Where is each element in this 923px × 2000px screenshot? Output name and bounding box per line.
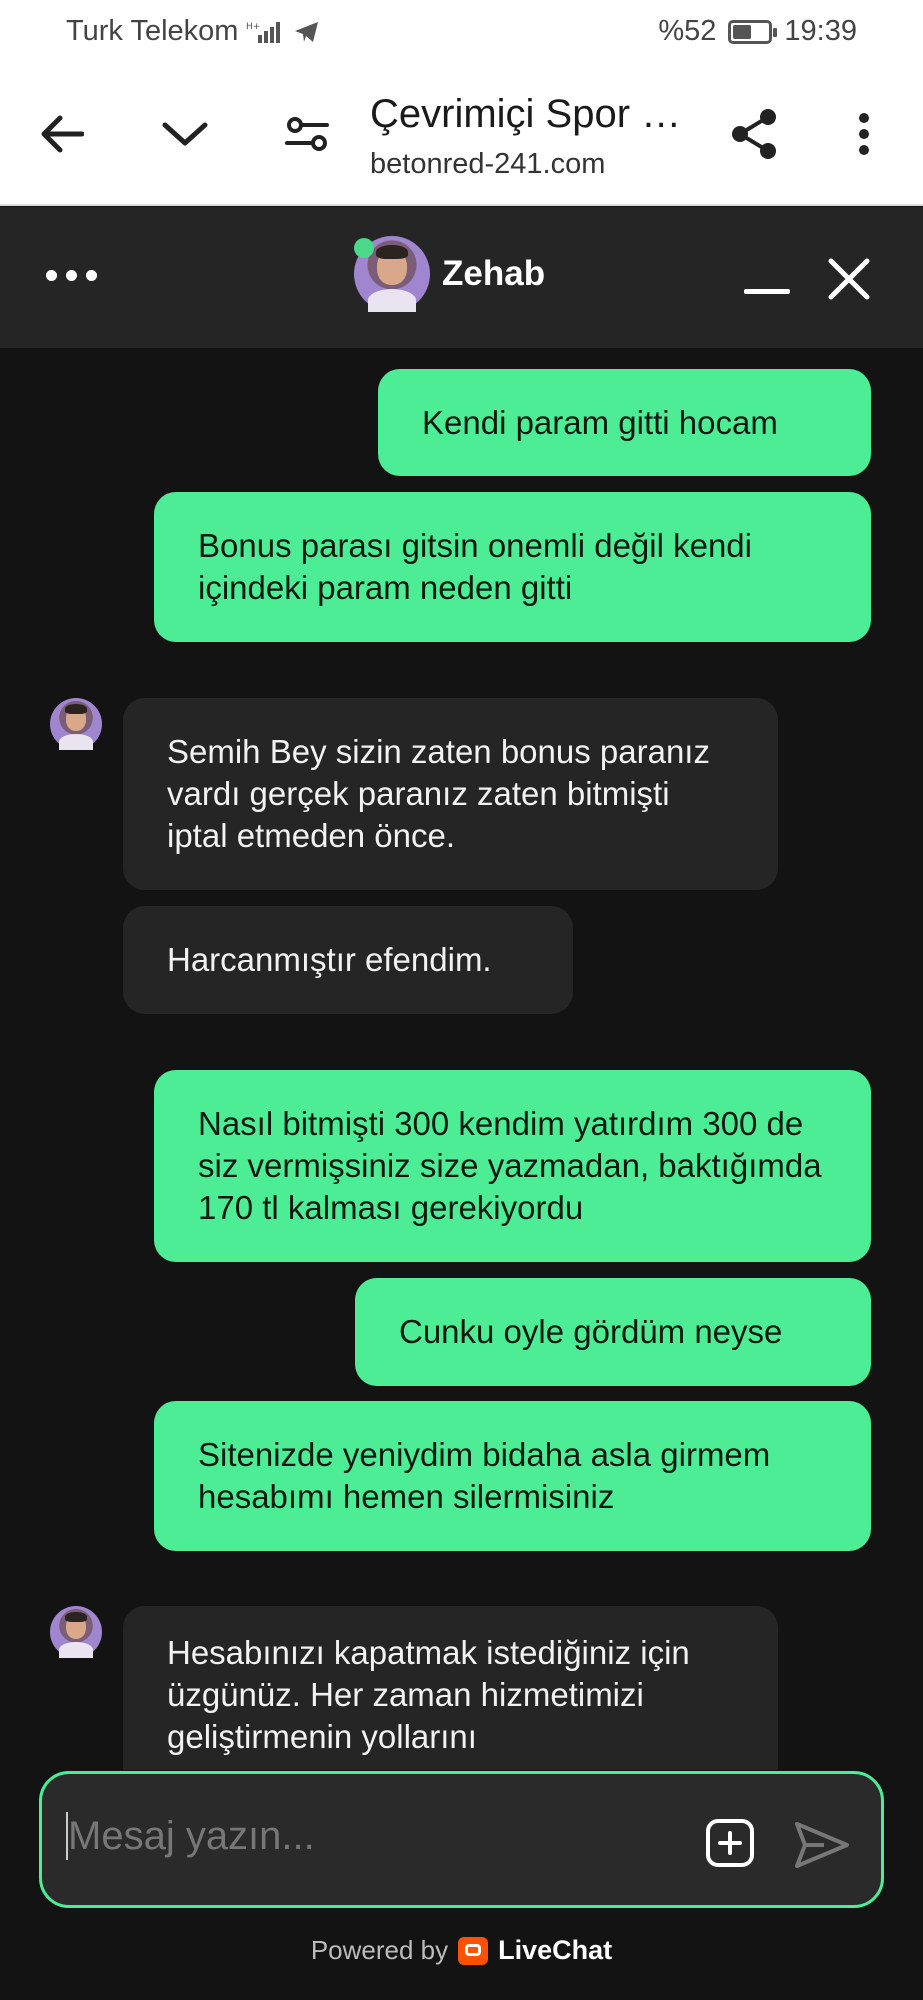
- agent-avatar-small: [50, 1606, 102, 1658]
- agent-message: Harcanmıştır efendim.: [123, 906, 573, 1014]
- user-message: Sitenizde yeniydim bidaha asla girmem he…: [154, 1401, 871, 1551]
- agent-avatar-small: [50, 698, 102, 750]
- user-message: Nasıl bitmişti 300 kendim yatırdım 300 d…: [154, 1070, 871, 1262]
- page-title[interactable]: Çevrimiçi Spor …: [370, 92, 700, 137]
- add-attachment-icon[interactable]: [706, 1819, 754, 1867]
- status-right: %52 19:39: [658, 15, 857, 48]
- chat-menu-icon[interactable]: [46, 270, 97, 281]
- carrier-group: Turk Telekom H+: [66, 15, 320, 48]
- telegram-icon: [295, 21, 319, 42]
- message-composer: Mesaj yazın...: [39, 1771, 884, 1908]
- agent-name: Zehab: [442, 254, 546, 293]
- user-message: Bonus parası gitsin onemli değil kendi i…: [154, 492, 871, 642]
- page-url[interactable]: betonred-241.com: [370, 148, 605, 181]
- user-message: Kendi param gitti hocam: [378, 369, 871, 476]
- browser-toolbar: Çevrimiçi Spor … betonred-241.com: [0, 64, 923, 206]
- site-settings-icon[interactable]: [277, 104, 337, 164]
- share-icon[interactable]: [724, 104, 784, 164]
- battery-icon: [728, 19, 778, 44]
- livechat-brand[interactable]: LiveChat: [498, 1935, 612, 1966]
- minimize-icon[interactable]: [744, 289, 790, 294]
- message-input[interactable]: Mesaj yazın...: [68, 1814, 315, 1859]
- powered-by-label: Powered by: [310, 1935, 449, 1965]
- livechat-logo-icon: [458, 1936, 489, 1965]
- back-arrow-icon[interactable]: [32, 104, 92, 164]
- user-message: Cunku oyle gördüm neyse: [355, 1278, 871, 1386]
- agent-message: Hesabınızı kapatmak istediğiniz için üzg…: [123, 1606, 778, 1770]
- chevron-down-icon[interactable]: [155, 104, 215, 164]
- online-status-dot: [354, 238, 374, 258]
- battery-fill: [733, 24, 752, 39]
- agent-message: Semih Bey sizin zaten bonus paranız vard…: [123, 698, 778, 890]
- more-vert-icon[interactable]: [834, 104, 894, 164]
- powered-by-footer: Powered by LiveChat: [0, 1935, 923, 1966]
- agent-info: Zehab: [354, 236, 545, 312]
- close-icon[interactable]: [826, 256, 872, 302]
- battery-percent: %52: [658, 15, 717, 47]
- message-list[interactable]: Kendi param gitti hocam Bonus parası git…: [0, 348, 923, 1770]
- status-bar: Turk Telekom H+ %52 19:39: [0, 0, 923, 64]
- chat-header: Zehab: [0, 207, 923, 348]
- send-icon[interactable]: [794, 1820, 850, 1870]
- carrier-name: Turk Telekom: [66, 15, 239, 47]
- clock: 19:39: [784, 15, 857, 47]
- svg-text:H+: H+: [246, 22, 260, 32]
- signal-icon: H+: [246, 21, 281, 43]
- screen: Turk Telekom H+ %52 19:39 Çevrimiçi Spor…: [0, 0, 923, 2000]
